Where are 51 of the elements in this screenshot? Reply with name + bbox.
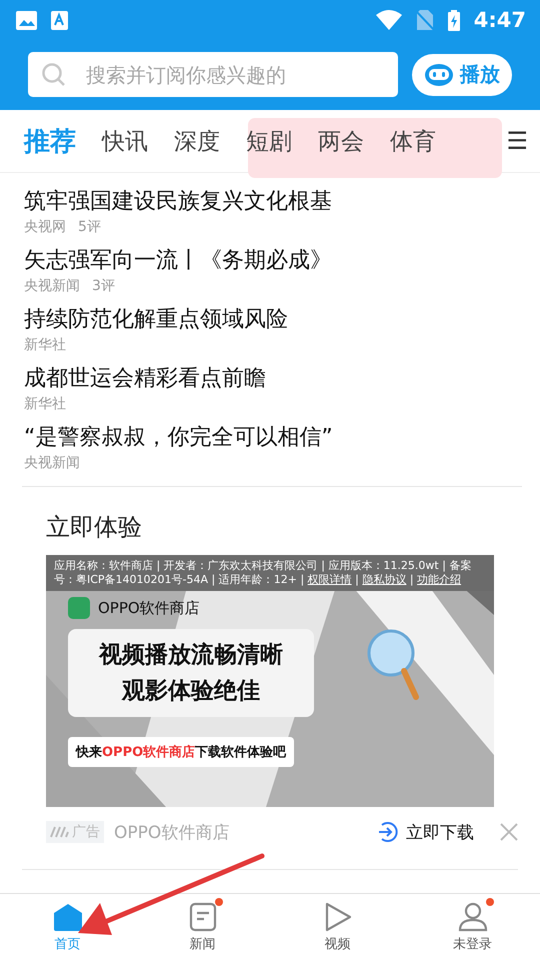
disclosure-link[interactable]: 权限详情 [308,573,352,586]
nav-tab[interactable]: 未登录 [405,894,540,960]
news-source: 央视网 [24,218,66,236]
disclosure-link[interactable]: 功能介绍 [417,573,462,586]
download-button[interactable]: 立即下载 [370,820,480,844]
category-tab[interactable]: 两会 [318,126,364,156]
headline-link[interactable]: 持续防范化解重点领域风险 [24,304,518,334]
headline-link[interactable]: 筑牢强国建设民族复兴文化根基 [24,186,518,216]
ad-badge: 广告 [46,821,104,843]
disclosure-link[interactable]: 隐私协议 [362,573,406,586]
robot-icon [424,62,454,88]
gallery-icon [16,10,37,30]
headline-link[interactable]: 矢志强军向一流丨《务期必成》 [24,244,518,274]
category-tab[interactable]: 快讯 [102,126,148,156]
nav-tab[interactable]: 视频 [270,894,405,960]
promo-headline: 观影体验绝佳 [122,677,260,706]
translate-icon [51,10,68,30]
status-time: 4:47 [474,8,526,32]
promo-slogan: 快来OPPO软件商店下载软件体验吧 [68,737,294,767]
promo-headline: 视频播放流畅清晰 [99,641,283,670]
news-source: 央视新闻 [24,454,80,472]
news-source: 新华社 [24,336,66,354]
home-icon [52,902,82,932]
close-icon[interactable] [500,823,518,841]
category-tab[interactable]: 短剧 [246,126,292,156]
battery-charging-icon [448,10,460,30]
store-name: OPPO软件商店 [98,598,200,618]
ad-title: 立即体验 [46,512,143,543]
app-disclosure: 应用名称：软件商店 | 开发者：广东欢太科技有限公司 | 应用版本：11.25.0wt | 备案号：粤ICP备14010201号-54A | 适用年龄：12+ | 权限详情 | 隐私协议 | 功能介绍 [46,555,494,591]
search-field[interactable]: 搜索并订阅你感兴趣的 [28,52,398,97]
menu-icon[interactable]: ☰ [506,127,528,155]
category-tab[interactable]: 深度 [174,126,220,156]
news-source: 新华社 [24,394,66,412]
no-sim-icon [416,10,434,30]
document-icon [188,902,216,932]
headline-link[interactable]: “是警察叔叔，你完全可以相信” [24,422,518,452]
arrow-in-circle-icon [376,821,398,843]
comment-count: 5评 [78,218,101,236]
search-input[interactable]: 搜索并订阅你感兴趣的 [84,62,384,88]
user-icon [458,902,488,932]
news-source: 央视新闻 [24,276,80,294]
headline-link[interactable]: 成都世运会精彩看点前瞻 [24,362,518,392]
category-tab[interactable]: 体育 [390,126,436,156]
play-icon [324,902,352,932]
store-logo-icon [68,597,90,619]
search-icon [42,62,66,86]
nav-tab[interactable]: 新闻 [135,894,270,960]
advertiser-name: OPPO软件商店 [114,822,230,844]
stripes-icon [50,826,70,838]
comment-count: 3评 [92,276,115,294]
wifi-icon [376,10,402,30]
